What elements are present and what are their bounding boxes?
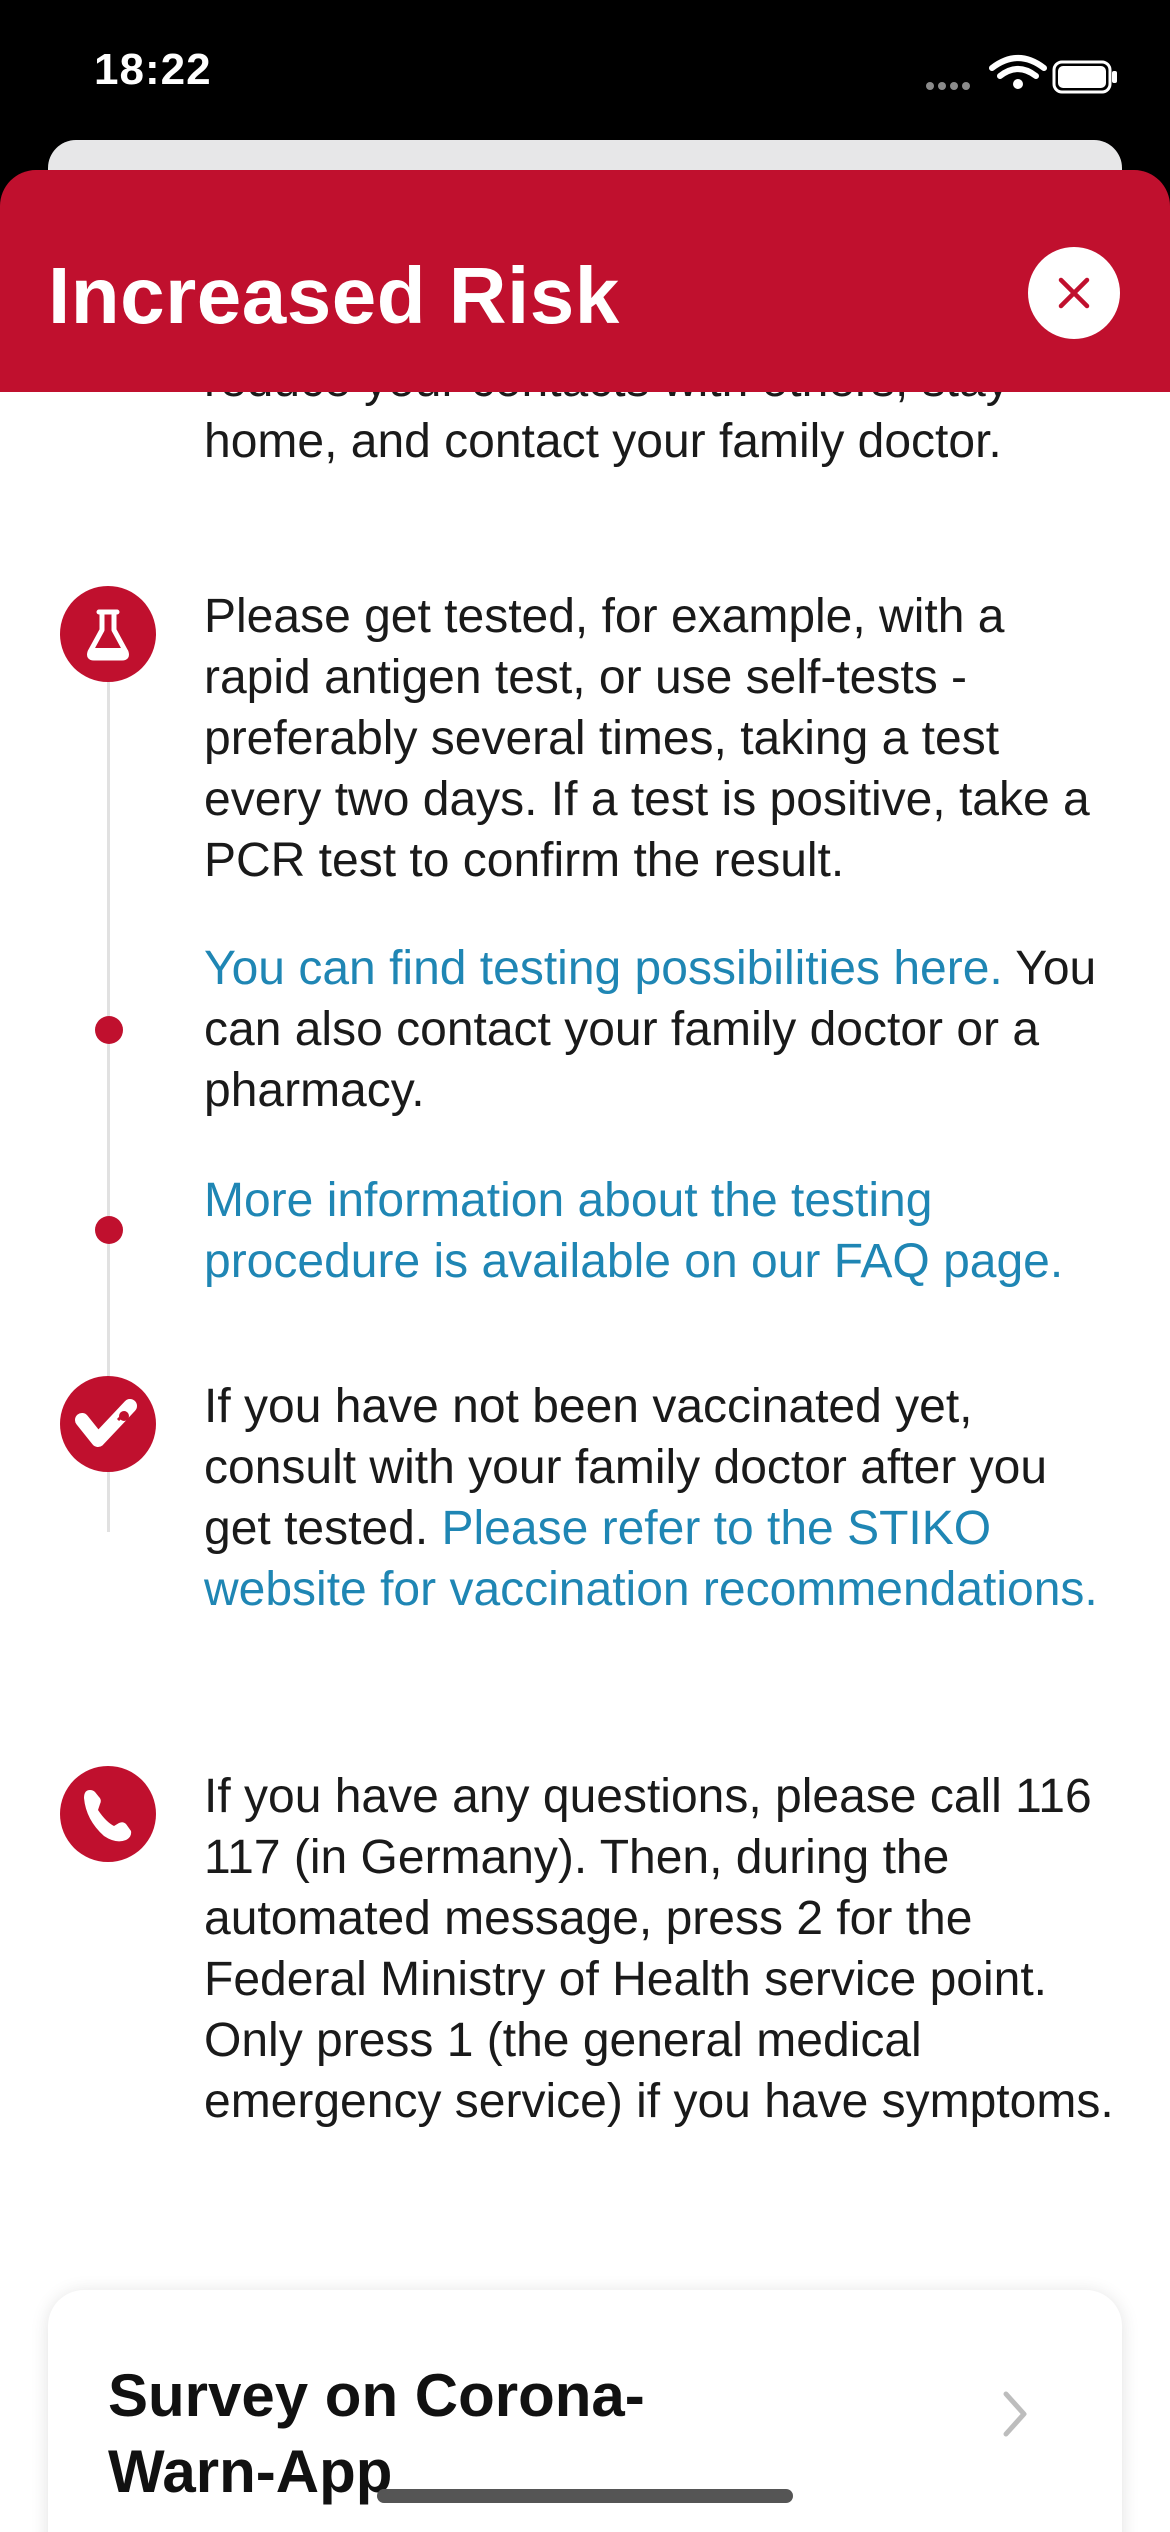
status-time: 18:22 bbox=[94, 45, 212, 94]
intro-tail-line-2: home, and contact your family doctor. bbox=[204, 415, 1002, 468]
vaccination-block: If you have not been vaccinated yet, con… bbox=[204, 1376, 1124, 1620]
status-icons bbox=[920, 50, 1120, 100]
phone-icon bbox=[60, 1766, 156, 1862]
survey-title: Survey on Corona-Warn-App bbox=[108, 2362, 645, 2505]
intro-tail-text: reduce your contacts with others, stay h… bbox=[204, 392, 1124, 472]
home-indicator[interactable] bbox=[377, 2489, 793, 2503]
close-button[interactable] bbox=[1028, 247, 1120, 339]
cellular-signal-icon bbox=[926, 82, 970, 90]
intro-tail-line-1: reduce your contacts with others, stay bbox=[204, 392, 1124, 411]
testing-text: Please get tested, for example, with a r… bbox=[204, 590, 1090, 887]
risk-header: Increased Risk bbox=[0, 170, 1170, 392]
content-scroll[interactable]: reduce your contacts with others, stay h… bbox=[0, 392, 1170, 2532]
timeline-dot bbox=[95, 1016, 123, 1044]
phone-text: If you have any questions, please call 1… bbox=[204, 1770, 1114, 2128]
status-bar: 18:22 bbox=[0, 0, 1170, 150]
timeline-dot bbox=[95, 1216, 123, 1244]
faq-link[interactable]: More information about the testing proce… bbox=[204, 1170, 1124, 1292]
testing-links-block: You can find testing possibilities here.… bbox=[204, 938, 1124, 1121]
close-icon bbox=[1058, 277, 1090, 309]
page-title: Increased Risk bbox=[48, 251, 620, 340]
testing-possibilities-link[interactable]: You can find testing possibilities here. bbox=[204, 942, 1003, 995]
test-flask-icon bbox=[60, 586, 156, 682]
chevron-right-icon bbox=[1003, 2391, 1027, 2437]
wifi-icon bbox=[989, 55, 1047, 79]
battery-icon bbox=[1052, 60, 1117, 94]
vaccination-icon bbox=[60, 1376, 156, 1472]
